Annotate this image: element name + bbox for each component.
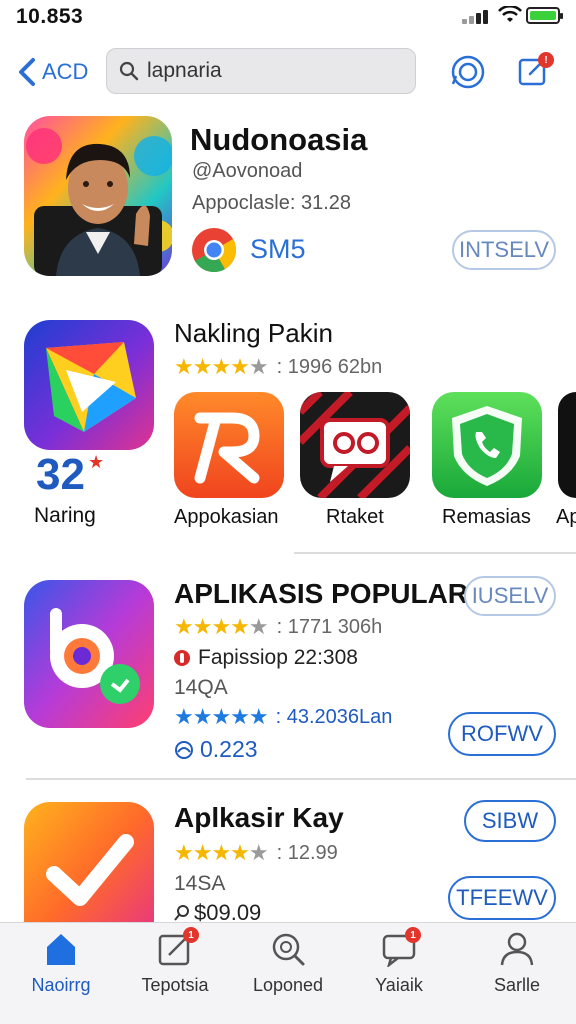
notification-badge: !	[538, 52, 554, 68]
star-rating-icon: ★★★★★	[174, 704, 269, 729]
show-button[interactable]: SIBW	[464, 800, 556, 842]
flag-text: Fapissiop 22:308	[198, 646, 358, 669]
app-tile[interactable]: Rtaket	[300, 392, 410, 528]
tab-label: Naoirrg	[31, 975, 91, 995]
notification-badge: 1	[405, 927, 421, 943]
signal-icon	[462, 10, 490, 24]
popular-app-icon	[24, 580, 154, 728]
list-item-rating-2: ★★★★★ : 43.2036Lan	[174, 704, 392, 730]
star-empty-icon: ★	[248, 840, 269, 865]
app-tile[interactable]: Ap	[556, 392, 576, 528]
list-item-title: Aplkasir Kay	[174, 802, 344, 833]
notification-badge: 1	[183, 927, 199, 943]
tab-edit[interactable]: 1 Tepotsia	[120, 927, 230, 1011]
install-button-label: INTSELV	[458, 237, 550, 262]
list-item-code: 14QA	[174, 676, 228, 699]
chrome-icon	[192, 228, 237, 273]
review-button-label: ROFWV	[461, 721, 543, 746]
red-star-icon: ★	[88, 452, 105, 472]
rank-label: Naring	[34, 504, 96, 527]
list-item[interactable]: APLIKASIS POPULAR IUSELV ★★★★ ★ : 1771 30…	[0, 574, 576, 774]
section-title: Nakling Pakin	[174, 318, 333, 348]
ranking-section: 32 ★ Naring Nakling Pakin ★★★★ ★ : 1996 6…	[0, 316, 576, 552]
use-button-label: IUSELV	[471, 583, 549, 608]
back-label: ACD	[42, 59, 89, 84]
chat-rings-icon	[300, 392, 410, 498]
tag-icon	[174, 905, 189, 921]
list-item-rating-text: : 1771 306h	[276, 615, 383, 638]
views-line: 0.223	[174, 736, 258, 763]
tab-label: Tepotsia	[141, 975, 209, 995]
show-button-label: SIBW	[481, 808, 539, 833]
review-button[interactable]: ROFWV	[448, 712, 556, 756]
rank-number: 32	[36, 450, 85, 499]
search-icon	[119, 61, 139, 81]
tab-label: Sarlle	[493, 975, 541, 995]
section-rating: ★★★★ ★ : 1996 62bn	[174, 354, 382, 380]
featured-app-meta: Appoclasle: 31.28	[192, 192, 352, 214]
battery-icon	[526, 7, 563, 24]
status-time: 10.853	[16, 5, 84, 28]
list-item-rating-text: : 12.99	[276, 841, 338, 864]
featured-app-title: Nudonoasia	[190, 122, 368, 157]
install-button[interactable]: INTSELV	[452, 230, 556, 270]
tab-search[interactable]: Loponed	[233, 931, 343, 1011]
list-item-rating: ★★★★ ★ : 12.99	[174, 840, 338, 866]
app-tile-label: Ap	[556, 506, 576, 528]
person-icon	[500, 932, 534, 966]
list-item-rating-2-text: : 43.2036Lan	[275, 705, 393, 728]
list-item[interactable]: Aplkasir Kay SIBW ★★★★ ★ : 12.99 14SA $09…	[0, 796, 576, 950]
status-bar: 10.853	[0, 0, 576, 34]
section-rating-text: : 1996 62bn	[276, 355, 383, 378]
featured-app-developer: @Aovonoad	[192, 160, 303, 182]
search-icon	[272, 933, 305, 966]
featured-app[interactable]: Nudonoasia @Aovonoad Appoclasle: 31.28 S…	[0, 112, 576, 282]
tab-label: Loponed	[252, 975, 324, 995]
star-rating-icon: ★★★★	[174, 840, 250, 865]
app-tile[interactable]: Appokasian	[174, 392, 284, 528]
red-dot-icon	[174, 650, 190, 666]
views-count: 0.223	[200, 736, 258, 762]
featured-app-photo	[24, 116, 172, 276]
nav-bar: ACD !	[0, 44, 576, 100]
tab-chat[interactable]: 1 Yaiaik	[344, 927, 454, 1011]
list-item-rating: ★★★★ ★ : 1771 306h	[174, 614, 382, 640]
app-tile-label: Remasias	[442, 506, 531, 528]
star-rating-icon: ★★★★	[174, 354, 250, 379]
free-button[interactable]: TFEEWV	[448, 876, 556, 920]
letter-r-icon	[174, 392, 284, 498]
free-button-label: TFEEWV	[456, 885, 548, 910]
back-button[interactable]: ACD	[16, 54, 88, 90]
eye-icon	[175, 740, 193, 759]
wifi-icon	[498, 6, 522, 22]
featured-app-price: SM5	[250, 234, 306, 264]
divider	[294, 552, 576, 554]
phone-chat-icon	[432, 392, 542, 498]
search-bar[interactable]	[106, 48, 416, 94]
compose-button[interactable]: !	[516, 52, 554, 90]
app-tile[interactable]: Remasias	[432, 392, 542, 528]
divider	[26, 778, 576, 780]
home-icon	[47, 934, 75, 965]
tab-label: Yaiaik	[375, 975, 423, 995]
ranking-app-icon[interactable]	[24, 320, 154, 450]
star-empty-icon: ★	[248, 354, 269, 379]
flag-line: Fapissiop 22:308	[174, 646, 358, 670]
tab-profile[interactable]: Sarlle	[462, 931, 572, 1011]
chevron-left-icon	[19, 58, 35, 86]
search-input[interactable]	[147, 59, 397, 83]
list-item-code: 14SA	[174, 872, 226, 895]
tab-bar: Naoirrg 1 Tepotsia Loponed 1 Yaiaik Sarl…	[0, 922, 576, 1024]
list-item-title: APLIKASIS POPULAR	[174, 578, 469, 609]
app-tile-label: Rtaket	[326, 506, 384, 528]
app-tile-label: Appokasian	[174, 506, 279, 528]
tab-home[interactable]: Naoirrg	[6, 931, 116, 1011]
use-button[interactable]: IUSELV	[464, 576, 556, 616]
star-rating-icon: ★★★★	[174, 614, 250, 639]
target-icon[interactable]	[450, 54, 486, 90]
star-empty-icon: ★	[248, 614, 269, 639]
